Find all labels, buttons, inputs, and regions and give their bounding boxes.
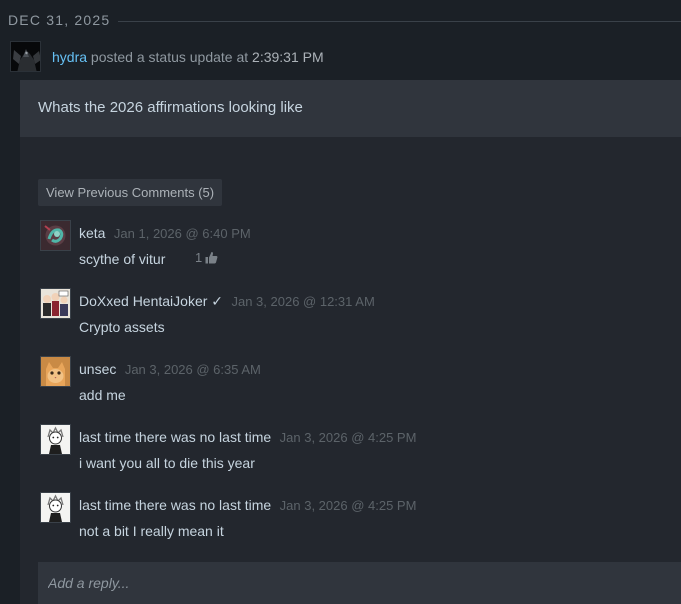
comment-author[interactable]: last time there was no last time bbox=[79, 497, 271, 513]
comment-header: DoXxed HentaiJoker ✓ Jan 3, 2026 @ 12:31… bbox=[79, 293, 375, 311]
sketch-character-avatar-icon bbox=[41, 493, 70, 522]
comment-author[interactable]: DoXxed HentaiJoker ✓ bbox=[79, 293, 223, 309]
sketch-character-avatar-icon bbox=[41, 425, 70, 454]
post-summary-line: hydra posted a status update at 2:39:31 … bbox=[52, 49, 324, 65]
comment-timestamp: Jan 3, 2026 @ 12:31 AM bbox=[231, 294, 375, 309]
reply-input[interactable] bbox=[38, 562, 681, 604]
comment-header: last time there was no last time Jan 3, … bbox=[79, 429, 416, 447]
comment-like-count[interactable]: 1 bbox=[195, 250, 218, 265]
comment-text: i want you all to die this year bbox=[79, 455, 255, 471]
dark-character-avatar-icon bbox=[11, 42, 40, 71]
comment-timestamp: Jan 3, 2026 @ 4:25 PM bbox=[279, 430, 417, 445]
date-divider-line bbox=[118, 21, 681, 22]
status-content: Whats the 2026 affirmations looking like bbox=[20, 80, 681, 137]
comment: unsec Jan 3, 2026 @ 6:35 AM add me bbox=[40, 356, 680, 412]
comment-timestamp: Jan 3, 2026 @ 6:35 AM bbox=[124, 362, 261, 377]
cartoon-group-avatar-icon bbox=[41, 289, 70, 318]
comment-text: scythe of vitur bbox=[79, 251, 166, 267]
comment-text: add me bbox=[79, 387, 126, 403]
thumbs-up-icon bbox=[205, 251, 218, 264]
comment-header: last time there was no last time Jan 3, … bbox=[79, 497, 416, 515]
comment-text: not a bit I really mean it bbox=[79, 523, 224, 539]
comment-author[interactable]: unsec bbox=[79, 361, 116, 377]
date-header: DEC 31, 2025 bbox=[8, 12, 111, 28]
status-text: Whats the 2026 affirmations looking like bbox=[38, 99, 303, 116]
comment-text: Crypto assets bbox=[79, 319, 165, 335]
comment-timestamp: Jan 3, 2026 @ 4:25 PM bbox=[279, 498, 417, 513]
comment-avatar[interactable] bbox=[40, 492, 71, 523]
comment: keta Jan 1, 2026 @ 6:40 PM scythe of vit… bbox=[40, 220, 680, 276]
post-action-text: posted a status update at bbox=[87, 49, 253, 65]
post-author-link[interactable]: hydra bbox=[52, 49, 87, 65]
post-time: 2:39:31 PM bbox=[252, 49, 324, 65]
comment-avatar[interactable] bbox=[40, 424, 71, 455]
post-author-avatar[interactable] bbox=[10, 41, 41, 72]
post-header: hydra posted a status update at 2:39:31 … bbox=[10, 41, 670, 73]
comment-timestamp: Jan 1, 2026 @ 6:40 PM bbox=[113, 226, 251, 241]
comment-header: keta Jan 1, 2026 @ 6:40 PM bbox=[79, 225, 251, 243]
comment: DoXxed HentaiJoker ✓ Jan 3, 2026 @ 12:31… bbox=[40, 288, 680, 344]
like-count: 1 bbox=[195, 250, 203, 265]
date-divider: DEC 31, 2025 bbox=[0, 0, 681, 40]
status-card: Whats the 2026 affirmations looking like… bbox=[20, 80, 681, 604]
comment: last time there was no last time Jan 3, … bbox=[40, 424, 680, 480]
orange-cat-avatar-icon bbox=[41, 357, 70, 386]
view-previous-comments-button[interactable]: View Previous Comments (5) bbox=[38, 179, 223, 206]
comment-author[interactable]: keta bbox=[79, 225, 105, 241]
comment: last time there was no last time Jan 3, … bbox=[40, 492, 680, 548]
comment-header: unsec Jan 3, 2026 @ 6:35 AM bbox=[79, 361, 261, 379]
comment-author[interactable]: last time there was no last time bbox=[79, 429, 271, 445]
teal-swirl-avatar-icon bbox=[41, 221, 70, 250]
comment-avatar[interactable] bbox=[40, 288, 71, 319]
comment-avatar[interactable] bbox=[40, 220, 71, 251]
comment-avatar[interactable] bbox=[40, 356, 71, 387]
